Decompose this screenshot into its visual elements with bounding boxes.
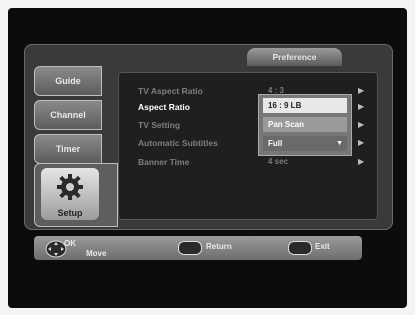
- right-arrow-icon[interactable]: ▶: [358, 86, 364, 95]
- setting-automatic-subtitles-label[interactable]: Automatic Subtitles: [138, 138, 218, 148]
- setting-tv-aspect-ratio-label[interactable]: TV Aspect Ratio: [138, 86, 203, 96]
- dropdown-option[interactable]: Pan Scan: [263, 117, 347, 132]
- dropdown-option[interactable]: 16 : 9 LB: [263, 98, 347, 113]
- sidebar-item-setup[interactable]: Setup: [34, 163, 118, 227]
- setting-tv-setting-label[interactable]: TV Setting: [138, 120, 180, 130]
- footer-exit-label: Exit: [315, 242, 330, 251]
- sidebar-item-timer[interactable]: Timer: [34, 134, 102, 164]
- return-button-icon[interactable]: [178, 241, 202, 255]
- chevron-down-icon: ▼: [336, 140, 343, 147]
- footer-ok-label: OK: [64, 239, 76, 248]
- aspect-ratio-dropdown[interactable]: 16 : 9 LB Pan Scan Full ▼: [258, 94, 352, 156]
- sidebar-item-channel[interactable]: Channel: [34, 100, 102, 130]
- dropdown-option-label: Full: [268, 139, 283, 148]
- dropdown-option[interactable]: Full ▼: [263, 136, 347, 151]
- tab-preference[interactable]: Preference: [247, 48, 342, 66]
- gear-icon: [57, 174, 83, 200]
- exit-button-icon[interactable]: [288, 241, 312, 255]
- setting-banner-time-label[interactable]: Banner Time: [138, 157, 189, 167]
- sidebar-item-guide[interactable]: Guide: [34, 66, 102, 96]
- sidebar-item-label: Channel: [50, 110, 86, 120]
- sidebar-item-label: Guide: [55, 76, 81, 86]
- footer-move-label: Move: [86, 249, 107, 258]
- sidebar-item-label: Timer: [55, 144, 81, 154]
- setting-aspect-ratio-label[interactable]: Aspect Ratio: [138, 102, 190, 112]
- setup-button[interactable]: Setup: [41, 168, 99, 220]
- right-arrow-icon[interactable]: ▶: [358, 120, 364, 129]
- sidebar-item-label: Setup: [57, 208, 83, 218]
- tab-preference-label: Preference: [272, 52, 317, 62]
- right-arrow-icon[interactable]: ▶: [358, 157, 364, 166]
- footer-return-label: Return: [206, 242, 232, 251]
- right-arrow-icon[interactable]: ▶: [358, 102, 364, 111]
- setting-banner-time-value: 4 sec: [268, 157, 289, 166]
- right-arrow-icon[interactable]: ▶: [358, 138, 364, 147]
